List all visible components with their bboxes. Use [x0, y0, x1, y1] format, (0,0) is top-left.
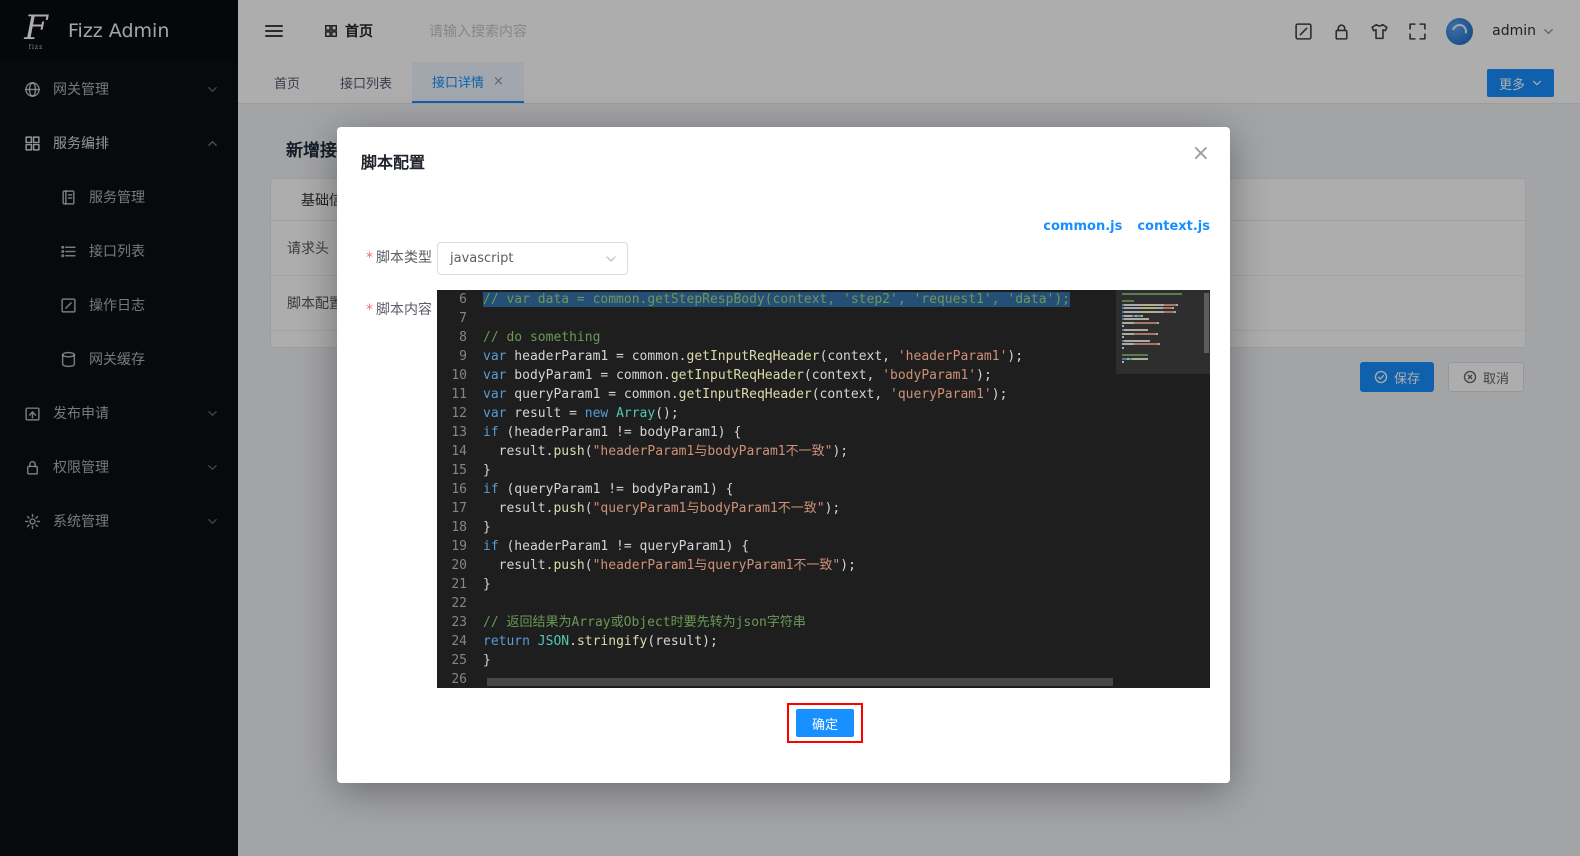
- code-line: 20 result.push("headerParam1与queryParam1…: [437, 556, 1210, 575]
- code-line: 16if (queryParam1 != bodyParam1) {: [437, 480, 1210, 499]
- script-type-label-text: 脚本类型: [376, 250, 432, 266]
- script-content-label: *脚本内容: [337, 294, 432, 327]
- code-line: 11var queryParam1 = common.getInputReqHe…: [437, 385, 1210, 404]
- code-line: 13if (headerParam1 != bodyParam1) {: [437, 423, 1210, 442]
- code-line: 24return JSON.stringify(result);: [437, 632, 1210, 651]
- vertical-scrollbar[interactable]: [1204, 293, 1209, 353]
- required-mark: *: [366, 250, 373, 266]
- script-type-value: javascript: [450, 251, 513, 266]
- code-line: 23// 返回结果为Array或Object时要先转为json字符串: [437, 613, 1210, 632]
- code-line: 14 result.push("headerParam1与bodyParam1不…: [437, 442, 1210, 461]
- helper-links: common.js context.js: [1043, 219, 1210, 234]
- code-line: 21}: [437, 575, 1210, 594]
- code-line: 6// var data = common.getStepRespBody(co…: [437, 290, 1210, 309]
- script-type-label: *脚本类型: [337, 242, 432, 275]
- confirm-button[interactable]: 确定: [796, 709, 854, 737]
- horizontal-scrollbar[interactable]: [487, 678, 1113, 686]
- code-line: 12var result = new Array();: [437, 404, 1210, 423]
- code-line: 10var bodyParam1 = common.getInputReqHea…: [437, 366, 1210, 385]
- script-type-select[interactable]: javascript: [437, 242, 628, 275]
- code-line: 18}: [437, 518, 1210, 537]
- code-lines: 6// var data = common.getStepRespBody(co…: [437, 290, 1210, 688]
- code-line: 19if (headerParam1 != queryParam1) {: [437, 537, 1210, 556]
- chevron-down-icon: [605, 253, 617, 265]
- code-line: 15}: [437, 461, 1210, 480]
- code-line: 9var headerParam1 = common.getInputReqHe…: [437, 347, 1210, 366]
- code-line: 22: [437, 594, 1210, 613]
- minimap[interactable]: [1122, 293, 1202, 368]
- link-common-js[interactable]: common.js: [1043, 219, 1122, 234]
- required-mark: *: [366, 302, 373, 318]
- dialog-title: 脚本配置: [361, 149, 425, 173]
- link-context-js[interactable]: context.js: [1137, 219, 1210, 234]
- script-content-label-text: 脚本内容: [376, 302, 432, 318]
- screen: Ffizz Fizz Admin 网关管理 服务编排 服务管理 接口列表: [0, 0, 1580, 856]
- close-icon[interactable]: ×: [1192, 143, 1210, 165]
- code-line: 25}: [437, 651, 1210, 670]
- code-line: 7: [437, 309, 1210, 328]
- code-line: 17 result.push("queryParam1与bodyParam1不一…: [437, 499, 1210, 518]
- script-config-dialog: 脚本配置 × common.js context.js *脚本类型 javasc…: [337, 127, 1230, 783]
- code-editor[interactable]: 6// var data = common.getStepRespBody(co…: [437, 290, 1210, 688]
- code-line: 8// do something: [437, 328, 1210, 347]
